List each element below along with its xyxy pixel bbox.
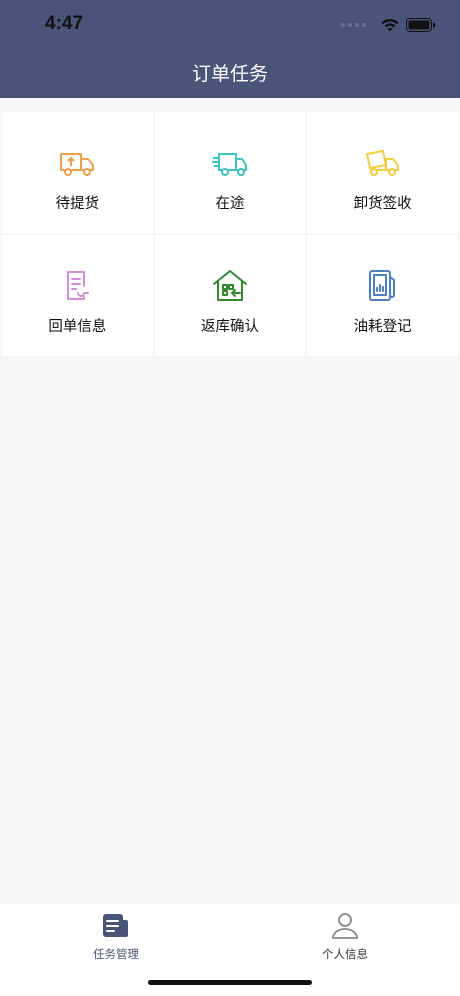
grid-item-label: 油耗登记 [353,319,412,335]
grid-item-in-transit[interactable]: 在途 [154,112,306,233]
tab-personal-info[interactable]: 个人信息 [285,912,405,962]
battery-icon [406,18,436,32]
tab-label: 任务管理 [93,947,139,961]
app-header: 4:47 订单任务 [0,0,460,98]
grid-item-label: 待提货 [55,196,100,212]
truck-loading-icon [60,153,95,176]
grid-item-fuel-register[interactable]: 油耗登记 [307,235,458,356]
grid-item-label: 返库确认 [200,319,259,335]
grid-item-label: 在途 [215,196,245,212]
grid-item-label: 卸货签收 [353,196,412,212]
grid-item-return-warehouse[interactable]: 返库确认 [154,235,306,356]
home-indicator [148,980,312,985]
grid-item-receipt-info[interactable]: 回单信息 [2,235,153,356]
person-icon [332,913,358,939]
truck-unload-icon [365,150,399,176]
grid-item-unload-sign[interactable]: 卸货签收 [307,112,458,233]
task-list-icon [103,914,128,937]
signal-icon [341,23,366,27]
grid-item-label: 回单信息 [48,319,107,335]
truck-moving-icon [211,153,247,176]
tab-label: 个人信息 [322,947,368,961]
wifi-icon [381,18,399,32]
grid-item-pending-pickup[interactable]: 待提货 [2,112,153,233]
status-time: 4:47 [45,13,84,34]
tab-task-management[interactable]: 任务管理 [56,912,176,962]
receipt-document-icon [67,271,90,300]
warehouse-return-icon [212,270,247,301]
task-grid: 待提货 在途 卸货签收 回单信息 返库确认 油耗登记 [2,112,458,356]
page-title: 订单任务 [191,63,268,85]
fuel-pump-icon [368,270,395,301]
status-icons [341,14,436,36]
